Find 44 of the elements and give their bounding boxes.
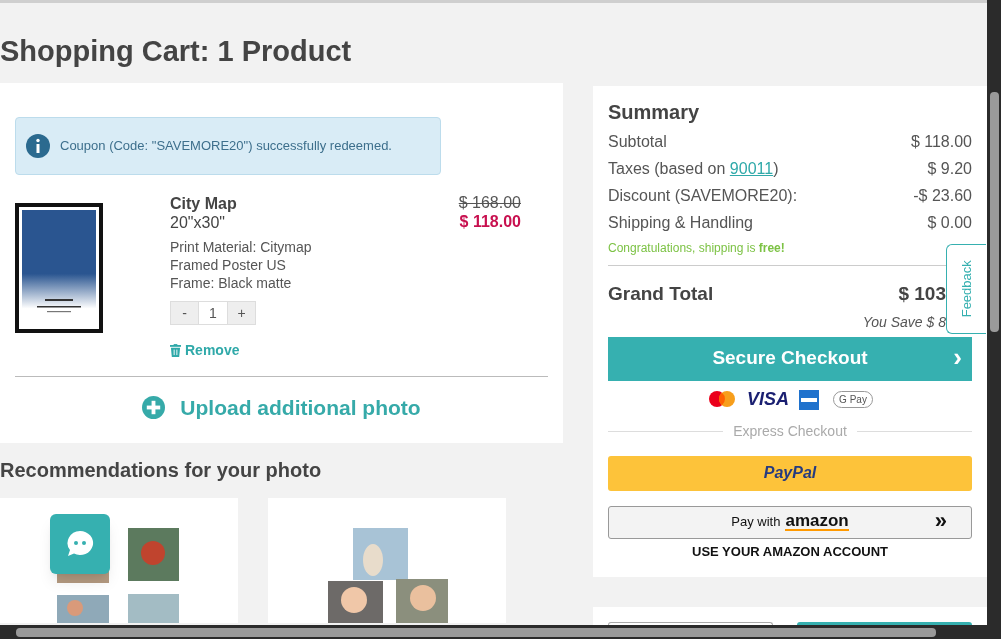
pay-with-text: Pay with <box>731 513 781 532</box>
summary-label: Subtotal <box>608 132 667 152</box>
summary-label: Shipping & Handling <box>608 213 753 233</box>
summary-label: Discount (SAVEMORE20): <box>608 186 798 206</box>
product-detail: Framed Poster US <box>170 256 287 274</box>
product-detail: Frame: Black matte <box>170 274 293 292</box>
trash-icon <box>170 344 181 357</box>
paypal-button[interactable]: PayPal <box>608 455 972 491</box>
amazon-caption: USE YOUR AMAZON ACCOUNT <box>691 542 889 561</box>
amex-icon <box>799 389 820 410</box>
amazon-pay-button[interactable]: Pay with amazon » <box>608 505 972 539</box>
product-size: 20"x30" <box>170 213 226 232</box>
feedback-label: Feedback <box>957 260 975 318</box>
old-price: $ 168.00 <box>458 193 521 212</box>
vertical-scrollbar[interactable] <box>987 0 1001 625</box>
product-name: City Map <box>170 194 238 213</box>
notice-text: Coupon (Code: "SAVEMORE20") successfully redeemed. <box>60 137 392 156</box>
summary-value: $ 118.00 <box>910 132 972 152</box>
quantity-field[interactable]: 1 <box>199 301 227 325</box>
horizontal-scrollbar[interactable] <box>0 625 1001 639</box>
plus-circle-icon <box>142 396 166 420</box>
grand-total-value: $ 103 <box>898 282 946 306</box>
grand-total-label: Grand Total <box>608 282 714 306</box>
info-icon <box>26 134 50 158</box>
amazon-logo: amazon <box>785 513 849 531</box>
decrease-button[interactable]: - <box>170 301 199 325</box>
express-checkout-label: Express Checkout <box>733 421 847 441</box>
chevron-icon: › <box>953 340 962 373</box>
product-detail: Print Material: Citymap <box>170 238 312 256</box>
increase-button[interactable]: + <box>227 301 256 325</box>
summary-label: Taxes (based on 90011) <box>608 159 779 179</box>
summary-value: -$ 23.60 <box>913 186 972 206</box>
savings-text: You Save $ 8 <box>861 312 946 331</box>
summary-title: Summary <box>608 100 701 124</box>
mastercard-icon <box>707 389 738 410</box>
summary-value: $ 0.00 <box>927 213 972 233</box>
price: $ 118.00 <box>459 212 521 231</box>
chat-button[interactable] <box>50 514 110 574</box>
double-chevron-icon: » <box>934 509 947 532</box>
shipping-note: Congratulations, shipping is free! <box>608 240 786 257</box>
summary-value: $ 9.20 <box>927 159 972 179</box>
recommendations-title: Recommendations for your photo <box>0 458 323 482</box>
page-title: Shopping Cart: 1 Product <box>0 34 353 69</box>
visa-logo: VISA <box>747 388 790 411</box>
